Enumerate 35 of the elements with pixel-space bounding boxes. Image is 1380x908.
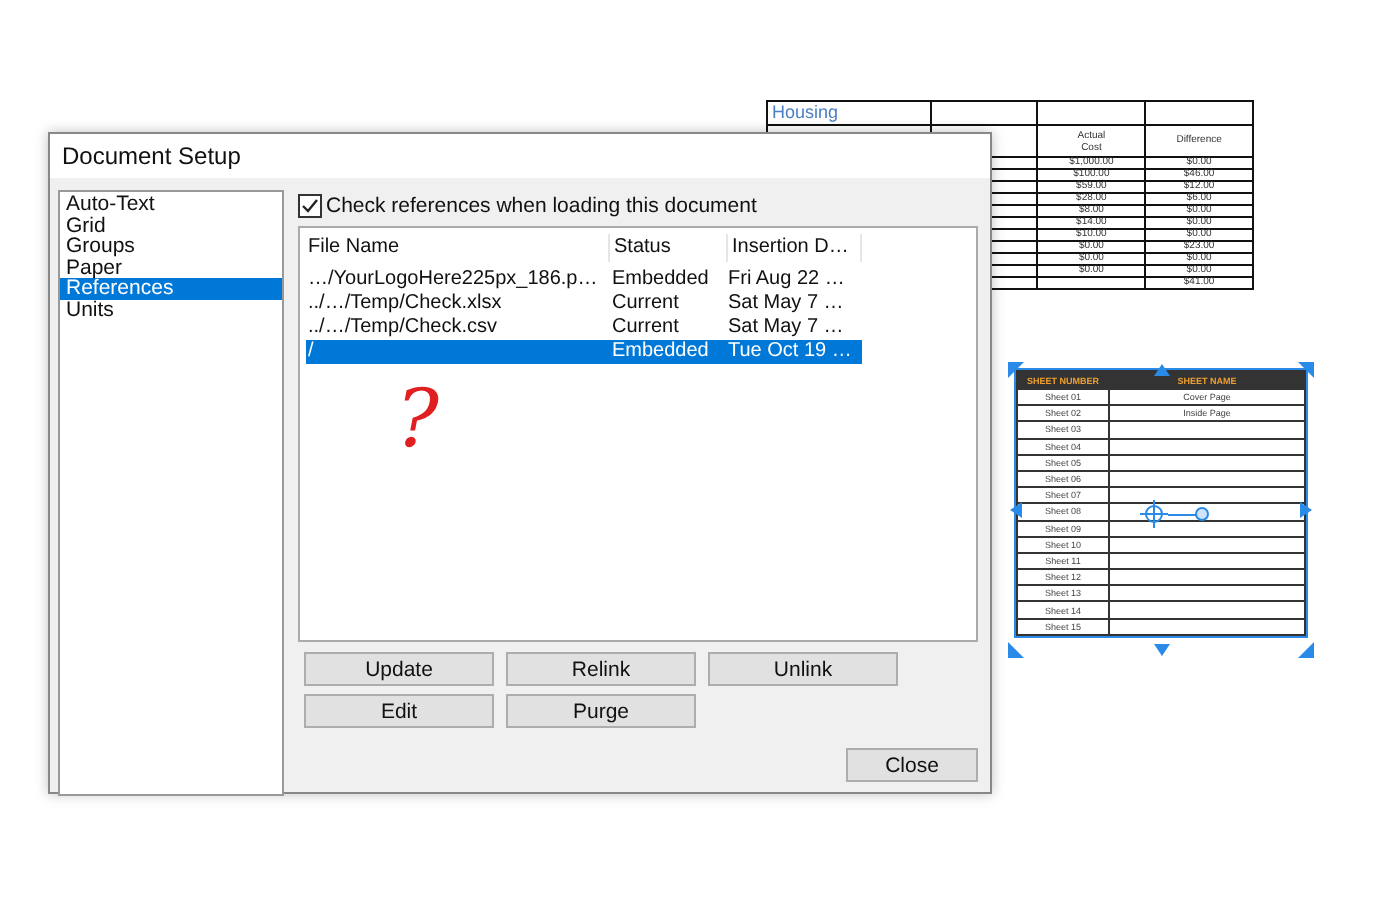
resize-handle[interactable] — [1151, 640, 1171, 660]
resize-handle[interactable] — [1006, 500, 1026, 520]
action-button[interactable]: Purge — [506, 694, 696, 728]
column-header[interactable]: Status — [610, 234, 728, 262]
resize-handle[interactable] — [1006, 360, 1026, 380]
category-item[interactable]: Units — [60, 299, 282, 320]
resize-handle[interactable] — [1006, 640, 1026, 660]
category-item[interactable]: References — [60, 278, 282, 299]
crosshair-icon[interactable] — [1140, 500, 1168, 528]
action-button[interactable]: Relink — [506, 652, 696, 686]
resize-handle[interactable] — [1296, 500, 1316, 520]
close-button[interactable]: Close — [846, 748, 978, 782]
action-button[interactable]: Edit — [304, 694, 494, 728]
table-title: Housing — [767, 101, 932, 125]
list-row[interactable]: …/YourLogoHere225px_186.p… Embedded Fri Aug 22 … — [306, 268, 862, 292]
list-row[interactable]: / Embedded Tue Oct 19 … — [306, 340, 862, 364]
resize-handle[interactable] — [1296, 640, 1316, 660]
category-item[interactable]: Groups — [60, 236, 282, 257]
category-item[interactable]: Paper — [60, 257, 282, 278]
resize-handle[interactable] — [1296, 360, 1316, 380]
resize-handle[interactable] — [1151, 360, 1171, 380]
category-item[interactable]: Auto-Text — [60, 194, 282, 215]
handwritten-question-mark: ? — [396, 376, 439, 464]
rotation-handle[interactable] — [1194, 506, 1210, 522]
column-header[interactable]: File Name — [306, 234, 610, 262]
column-header[interactable]: Insertion D… — [728, 234, 862, 262]
action-button[interactable]: Unlink — [708, 652, 898, 686]
action-button[interactable]: Update — [304, 652, 494, 686]
checkbox[interactable] — [298, 194, 322, 218]
list-row[interactable]: ../…/Temp/Check.csv Current Sat May 7 … — [306, 316, 862, 340]
checkbox-label: Check references when loading this document — [326, 194, 757, 218]
pivot-line — [1168, 514, 1196, 516]
category-item[interactable]: Grid — [60, 215, 282, 236]
window-title: Document Setup — [50, 134, 990, 178]
list-row[interactable]: ../…/Temp/Check.xlsx Current Sat May 7 … — [306, 292, 862, 316]
